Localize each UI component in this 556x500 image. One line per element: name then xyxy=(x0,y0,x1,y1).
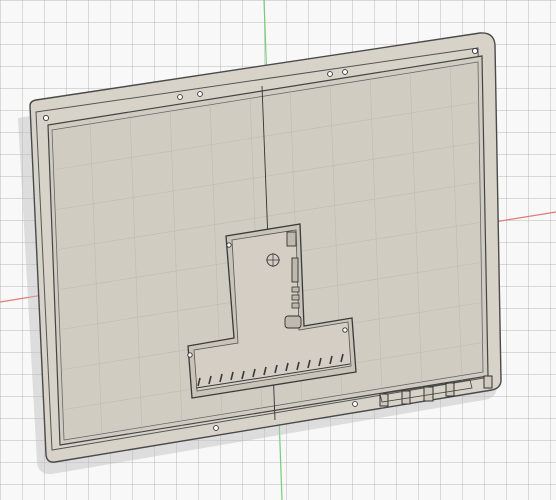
port-slot-small-2[interactable] xyxy=(291,294,300,301)
port-slot-small-1[interactable] xyxy=(291,286,300,293)
port-slot-long[interactable] xyxy=(291,257,299,283)
connector-block[interactable] xyxy=(284,315,302,329)
port-slot-small-3[interactable] xyxy=(291,302,300,309)
cad-viewport[interactable] xyxy=(0,0,556,500)
model-canvas[interactable] xyxy=(0,0,556,500)
port-slot-top[interactable] xyxy=(286,231,297,247)
